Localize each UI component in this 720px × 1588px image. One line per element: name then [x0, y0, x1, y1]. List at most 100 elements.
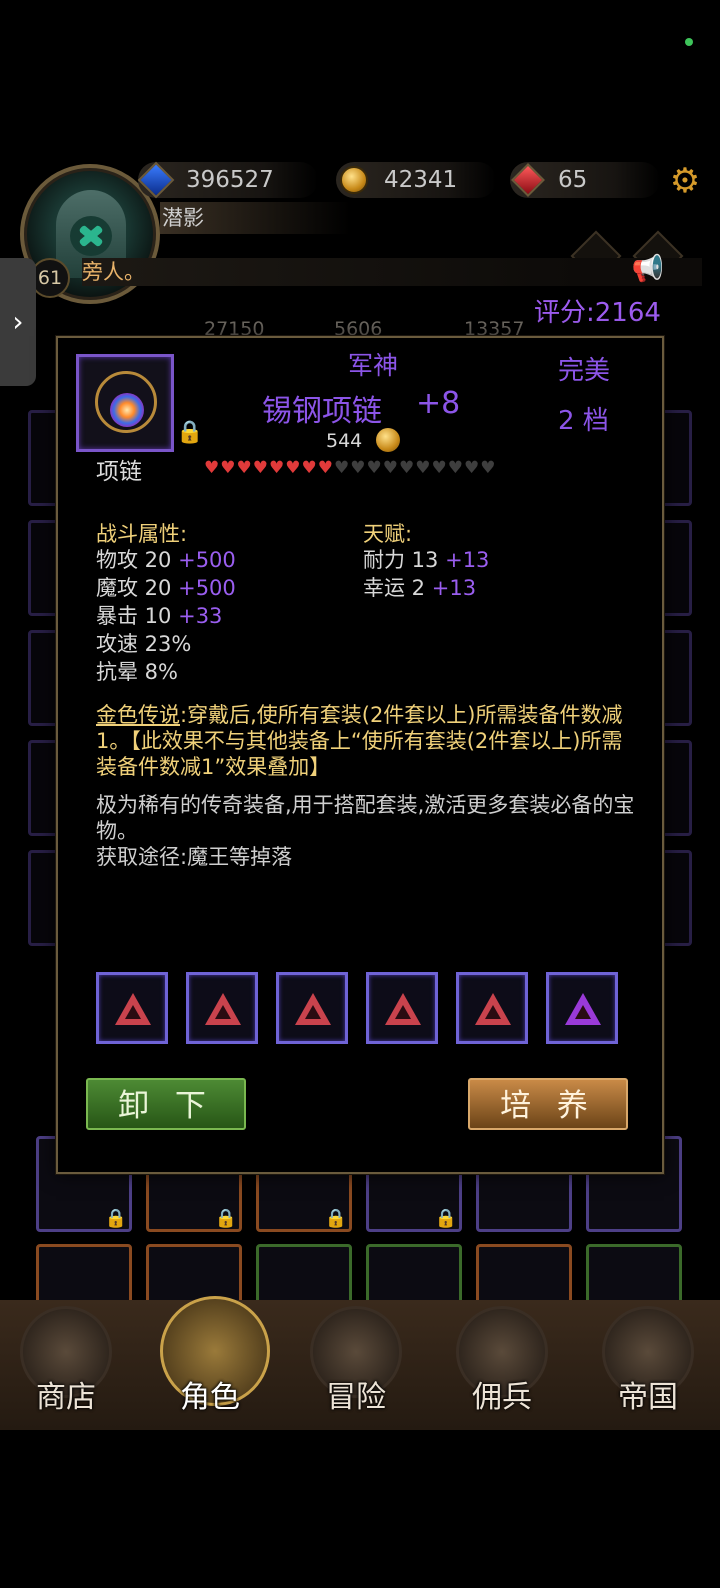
nav-empire[interactable]: 帝国 [598, 1306, 698, 1426]
item-grade: 2 档 [558, 406, 609, 436]
attribute-row: 幸运 2 +13 [363, 574, 476, 602]
attribute-row: 攻速 23% [96, 630, 191, 658]
heart-filled-icon: ♥ [236, 458, 252, 478]
lock-icon: 🔒 [324, 1208, 347, 1229]
gold-coin-icon [340, 166, 368, 194]
red-gem-icon [115, 993, 151, 1025]
gem-socket[interactable] [96, 972, 168, 1044]
item-detail-dialog: 🔒 军神 锡钢项链 +8 544 完美 2 档 项链 ♥ ♥ ♥ ♥ ♥ ♥ ♥ ♥ ♥ ♥ ♥ ♥ ♥… [56, 336, 664, 1174]
lock-icon[interactable]: 🔒 [176, 420, 203, 446]
score-label: 评分:2164 [534, 298, 661, 328]
lock-icon: 🔒 [214, 1208, 237, 1229]
nav-adventure[interactable]: 冒险 [306, 1306, 406, 1426]
nav-character-label: 角色 [180, 1380, 240, 1415]
player-header: 61 396527 42341 65 ⚙ 潜影 旁人。 📢 [0, 150, 720, 304]
gem-socket[interactable] [276, 972, 348, 1044]
item-price: 544 [326, 430, 363, 452]
legend-effect-title: 金色传说 [96, 703, 180, 727]
nav-character[interactable]: 角色 [160, 1296, 270, 1426]
red-gem-icon [385, 993, 421, 1025]
heart-empty-icon: ♥ [431, 458, 447, 478]
horn-icon[interactable]: 📢 [630, 254, 666, 284]
attribute-label: 耐力 13 [363, 548, 439, 572]
attribute-bonus: +13 [445, 548, 490, 572]
attribute-label: 攻速 23% [96, 632, 192, 656]
heart-filled-icon: ♥ [220, 458, 236, 478]
heart-empty-icon: ♥ [350, 458, 366, 478]
currency-blue-panel[interactable]: 396527 [137, 161, 318, 199]
red-gem-icon [205, 993, 241, 1025]
heart-empty-icon: ♥ [447, 458, 463, 478]
durability-hearts: ♥ ♥ ♥ ♥ ♥ ♥ ♥ ♥ ♥ ♥ ♥ ♥ ♥ ♥ ♥ ♥ ♥ ♥ [204, 458, 496, 478]
red-gem-icon [475, 993, 511, 1025]
attribute-row: 耐力 13 +13 [363, 546, 489, 574]
item-type: 项链 [96, 459, 142, 485]
gem-socket[interactable] [546, 972, 618, 1044]
legend-effect-text: 金色传说:穿戴后,使所有套装(2件套以上)所需装备件数减1。【此效果不与其他装备… [96, 702, 626, 780]
attribute-row: 物攻 20 +500 [96, 546, 236, 574]
item-quality: 完美 [558, 356, 611, 386]
settings-gear-icon[interactable]: ⚙ [668, 164, 702, 198]
attribute-row: 抗晕 8% [96, 658, 178, 686]
player-level: 61 [30, 258, 70, 298]
attribute-label: 抗晕 8% [96, 660, 178, 684]
player-motto: 旁人。 [82, 258, 702, 286]
currency-red-panel[interactable]: 65 [510, 162, 660, 198]
currency-red-value: 65 [558, 167, 588, 193]
nav-shop-label: 商店 [36, 1380, 96, 1415]
attribute-label: 幸运 2 [363, 576, 426, 600]
attribute-row: 暴击 10 +33 [96, 602, 222, 630]
blue-gem-icon [137, 161, 175, 199]
nav-adventure-label: 冒险 [326, 1380, 386, 1415]
heart-empty-icon: ♥ [366, 458, 382, 478]
heart-filled-icon: ♥ [252, 458, 268, 478]
purple-gem-icon [565, 993, 601, 1025]
lock-icon: 🔒 [434, 1208, 457, 1229]
item-icon [76, 354, 174, 452]
heart-empty-icon: ♥ [415, 458, 431, 478]
combat-attributes-title: 战斗属性: [96, 522, 188, 546]
heart-empty-icon: ♥ [334, 458, 350, 478]
avatar-face [70, 216, 112, 256]
heart-filled-icon: ♥ [204, 458, 220, 478]
heart-filled-icon: ♥ [301, 458, 317, 478]
currency-gold-value: 42341 [384, 167, 458, 193]
nav-mercenary-label: 佣兵 [472, 1380, 532, 1415]
red-gem-icon [511, 163, 545, 197]
gem-socket[interactable] [186, 972, 258, 1044]
item-enhance-level: +8 [416, 386, 461, 421]
gem-socket-row [96, 972, 618, 1044]
currency-gold-panel[interactable]: 42341 [336, 162, 496, 198]
player-name: 潜影 [160, 202, 350, 234]
bottom-navigation: 商店 角色 冒险 佣兵 帝国 [0, 1296, 720, 1430]
gold-coin-icon [376, 428, 400, 452]
item-set-name: 军神 [347, 351, 398, 380]
red-gem-icon [295, 993, 331, 1025]
attribute-label: 魔攻 20 [96, 576, 172, 600]
nav-empire-label: 帝国 [618, 1380, 678, 1415]
status-dot [685, 38, 693, 46]
item-description-text: 极为稀有的传奇装备,用于搭配套装,激活更多套装必备的宝物。 [96, 793, 635, 843]
attribute-bonus: +13 [431, 576, 477, 600]
heart-filled-icon: ♥ [317, 458, 333, 478]
gem-socket[interactable] [366, 972, 438, 1044]
heart-filled-icon: ♥ [269, 458, 285, 478]
nav-mercenary[interactable]: 佣兵 [452, 1306, 552, 1426]
unequip-button[interactable]: 卸 下 [86, 1078, 246, 1130]
attribute-label: 暴击 10 [96, 604, 172, 628]
item-description: 极为稀有的传奇装备,用于搭配套装,激活更多套装必备的宝物。 获取途径:魔王等掉落 [96, 792, 636, 870]
attribute-bonus: +33 [178, 604, 223, 628]
heart-empty-icon: ♥ [480, 458, 496, 478]
heart-empty-icon: ♥ [464, 458, 480, 478]
currency-blue-value: 396527 [186, 167, 274, 193]
gem-socket[interactable] [456, 972, 528, 1044]
side-expand-tab[interactable]: › [0, 258, 36, 386]
heart-empty-icon: ♥ [399, 458, 415, 478]
train-button[interactable]: 培 养 [468, 1078, 628, 1130]
attribute-label: 物攻 20 [96, 548, 172, 572]
talent-title: 天赋: [363, 522, 413, 546]
heart-empty-icon: ♥ [382, 458, 398, 478]
item-name: 锡钢项链 [262, 394, 382, 429]
item-source-text: 获取途径:魔王等掉落 [96, 845, 293, 869]
nav-shop[interactable]: 商店 [16, 1306, 116, 1426]
